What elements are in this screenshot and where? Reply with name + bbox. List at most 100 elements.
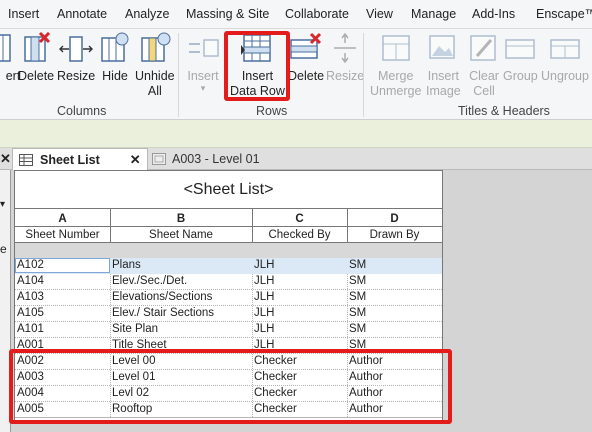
insert-image-label-2: Image bbox=[426, 84, 461, 98]
ungroup-icon bbox=[550, 39, 580, 59]
menu-analyze[interactable]: Analyze bbox=[125, 7, 169, 21]
rows-group-label: Rows bbox=[256, 104, 288, 118]
table-cell[interactable]: SM bbox=[347, 290, 442, 305]
insert-data-row-highlight bbox=[224, 31, 290, 101]
ribbon-separator bbox=[363, 33, 364, 117]
active-cell[interactable]: A102 bbox=[15, 258, 110, 273]
menu-add-ins[interactable]: Add-Ins bbox=[472, 7, 515, 21]
ribbon-separator bbox=[178, 33, 179, 117]
table-cell[interactable]: SM bbox=[347, 258, 442, 273]
tab-sheet-list[interactable]: Sheet List ✕ bbox=[12, 148, 148, 170]
header-gap bbox=[15, 243, 442, 258]
new-rows-highlight bbox=[9, 349, 452, 424]
column-letter[interactable]: D bbox=[347, 212, 442, 227]
insert-row-button[interactable]: Insert ▾ bbox=[186, 32, 220, 93]
schedule-title: <Sheet List> bbox=[15, 171, 442, 209]
columns-group-label: Columns bbox=[57, 104, 107, 118]
menu-insert[interactable]: Insert bbox=[8, 7, 39, 21]
clear-cell-label-1: Clear bbox=[469, 69, 499, 83]
delete-row-label: Delete bbox=[288, 69, 325, 83]
table-cell[interactable]: SM bbox=[347, 274, 442, 289]
tab-sheet-list-label: Sheet List bbox=[40, 152, 100, 167]
delete-row-button[interactable]: Delete bbox=[288, 32, 324, 84]
clear-cell-label-2: Cell bbox=[473, 84, 495, 98]
unhide-all-label: All bbox=[147, 84, 162, 98]
table-cell[interactable]: JLH bbox=[252, 306, 347, 321]
table-cell[interactable]: JLH bbox=[252, 322, 347, 337]
column-header[interactable]: Sheet Name bbox=[110, 228, 252, 243]
column-header[interactable]: Checked By bbox=[252, 228, 347, 243]
insert-image-icon bbox=[429, 35, 456, 59]
column-letter[interactable]: B bbox=[110, 212, 252, 227]
insert-row-icon bbox=[189, 39, 219, 57]
unhide-all-button[interactable]: Unhide All bbox=[135, 32, 175, 99]
insert-image-button[interactable]: Insert Image bbox=[426, 32, 461, 99]
menu-massing-site[interactable]: Massing & Site bbox=[186, 7, 269, 21]
table-cell[interactable]: A104 bbox=[15, 274, 110, 289]
delete-row-icon bbox=[290, 32, 322, 59]
table-cell[interactable]: SM bbox=[347, 306, 442, 321]
delete-column-button[interactable]: Delete bbox=[18, 32, 54, 84]
tab-a003-label: A003 - Level 01 bbox=[172, 152, 260, 166]
column-header[interactable]: Drawn By bbox=[347, 228, 442, 243]
resize-row-label: Resize bbox=[326, 69, 365, 83]
menu-bar: Insert Annotate Analyze Massing & Site C… bbox=[0, 0, 592, 29]
table-cell[interactable]: JLH bbox=[252, 274, 347, 289]
titles-headers-group-label: Titles & Headers bbox=[458, 104, 550, 118]
resize-column-label: Resize bbox=[57, 69, 96, 83]
unhide-label: Unhide bbox=[135, 69, 175, 83]
view-tab-bar: ✕ Sheet List ✕ A003 - Level 01 bbox=[0, 148, 592, 170]
delete-column-label: Delete bbox=[18, 69, 55, 83]
table-cell[interactable]: Elevations/Sections bbox=[110, 290, 252, 305]
tab-a003-level-01[interactable]: A003 - Level 01 bbox=[148, 148, 278, 170]
table-cell[interactable]: SM bbox=[347, 322, 442, 337]
clear-cell-icon bbox=[470, 35, 496, 61]
table-cell[interactable]: Site Plan bbox=[110, 322, 252, 337]
table-cell[interactable]: Plans bbox=[110, 258, 252, 273]
resize-column-icon bbox=[59, 36, 94, 62]
merge-cells-icon bbox=[381, 35, 410, 61]
schedule-icon bbox=[19, 153, 33, 166]
resize-column-button[interactable]: Resize bbox=[57, 32, 95, 84]
menu-collaborate[interactable]: Collaborate bbox=[285, 7, 349, 21]
collapse-arrow-icon[interactable]: ▾ bbox=[0, 199, 5, 210]
left-strip-text: e bbox=[0, 242, 7, 256]
ungroup-label: Ungroup bbox=[541, 69, 589, 83]
column-letter[interactable]: A bbox=[15, 212, 110, 227]
group-button[interactable]: Group bbox=[503, 32, 538, 84]
table-cell[interactable]: JLH bbox=[252, 258, 347, 273]
table-cell[interactable]: JLH bbox=[252, 290, 347, 305]
close-tab-icon[interactable]: ✕ bbox=[130, 152, 141, 168]
resize-row-button[interactable]: Resize bbox=[326, 32, 364, 84]
table-cell[interactable]: A105 bbox=[15, 306, 110, 321]
menu-enscape[interactable]: Enscape™ bbox=[536, 7, 592, 21]
close-icon: ✕ bbox=[0, 151, 11, 166]
menu-annotate[interactable]: Annotate bbox=[57, 7, 107, 21]
ungroup-button[interactable]: Ungroup bbox=[541, 32, 589, 84]
resize-row-icon bbox=[334, 32, 357, 64]
table-cell[interactable]: A101 bbox=[15, 322, 110, 337]
hide-column-label: Hide bbox=[102, 69, 128, 83]
unmerge-label: Unmerge bbox=[370, 84, 422, 98]
delete-column-icon bbox=[24, 32, 51, 62]
merge-unmerge-button[interactable]: Merge Unmerge bbox=[370, 32, 421, 99]
insert-row-label: Insert bbox=[187, 69, 219, 83]
hide-column-button[interactable]: Hide bbox=[98, 32, 132, 84]
table-cell[interactable]: Elev./ Stair Sections bbox=[110, 306, 252, 321]
menu-view[interactable]: View bbox=[366, 7, 393, 21]
hide-column-icon bbox=[101, 32, 129, 62]
clear-cell-button[interactable]: Clear Cell bbox=[467, 32, 501, 99]
column-header[interactable]: Sheet Number bbox=[15, 228, 110, 243]
table-cell[interactable]: A103 bbox=[15, 290, 110, 305]
merge-label: Merge bbox=[377, 69, 414, 83]
group-label: Group bbox=[503, 69, 538, 83]
sheet-view-icon bbox=[152, 153, 166, 165]
close-panel-button[interactable]: ✕ bbox=[0, 148, 11, 170]
menu-manage[interactable]: Manage bbox=[411, 7, 456, 21]
table-cell[interactable]: Elev./Sec./Det. bbox=[110, 274, 252, 289]
column-letter[interactable]: C bbox=[252, 212, 347, 227]
dropdown-arrow-icon: ▾ bbox=[200, 83, 206, 93]
group-icon bbox=[505, 39, 536, 59]
unhide-all-icon bbox=[141, 32, 171, 62]
ribbon: ert Delete Resize Hide Unhide All Column… bbox=[0, 29, 592, 120]
